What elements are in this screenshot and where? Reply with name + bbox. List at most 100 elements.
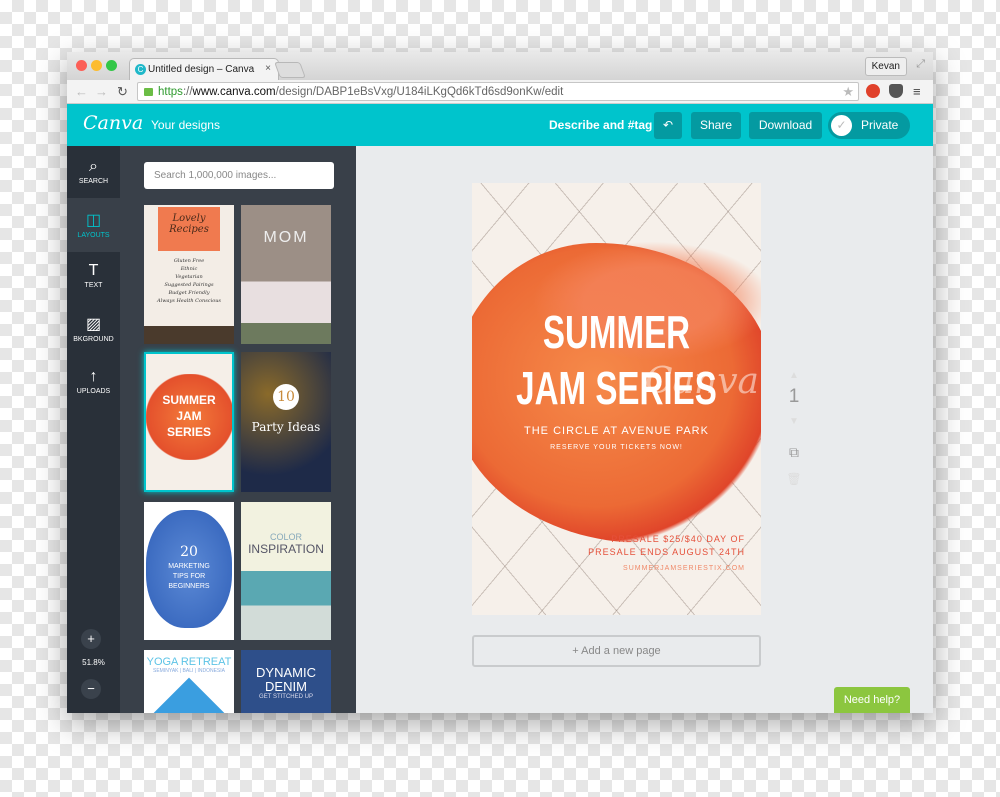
rail-label: SEARCH bbox=[78, 178, 109, 185]
design-site[interactable]: SUMMERJAMSERIESTIX.COM bbox=[623, 565, 745, 572]
lock-icon bbox=[144, 88, 153, 96]
thumb-line: Gluten Free bbox=[173, 258, 205, 264]
thumb-line: Always Health Conscious bbox=[157, 298, 221, 304]
url-input[interactable]: https://www.canva.com/design/DABP1eBsVxg… bbox=[137, 82, 859, 101]
private-toggle[interactable]: ✓ Private bbox=[828, 112, 910, 139]
your-designs-link[interactable]: Your designs bbox=[151, 118, 220, 132]
design-presale[interactable]: PRESALE $25/$40 DAY OF PRESALE ENDS AUGUS… bbox=[588, 533, 745, 559]
image-search-input[interactable]: Search 1,000,000 images... bbox=[144, 162, 334, 189]
thumb-title: INSPIRATION bbox=[248, 542, 324, 556]
search-icon: ⌕ bbox=[89, 158, 98, 175]
design-canvas-area: SUMMER JAM SERIES Canva THE CIRCLE AT AV… bbox=[356, 146, 933, 713]
layout-thumbnail[interactable]: COLOR INSPIRATION bbox=[241, 502, 331, 640]
check-icon: ✓ bbox=[831, 115, 852, 136]
fullscreen-icon[interactable]: ⤢ bbox=[916, 58, 925, 71]
thumb-title: Party Ideas bbox=[251, 420, 321, 434]
thumb-title: MOM bbox=[263, 229, 309, 246]
thumb-title: DYNAMIC DENIM bbox=[256, 665, 316, 694]
forward-icon[interactable]: → bbox=[95, 84, 108, 99]
share-button[interactable]: Share bbox=[691, 112, 741, 139]
undo-button[interactable]: ↶ bbox=[654, 112, 682, 139]
layout-thumbnail[interactable]: MOM bbox=[241, 205, 331, 344]
back-icon[interactable]: ← bbox=[75, 84, 88, 99]
canva-favicon-icon: C bbox=[135, 64, 146, 75]
url-path: /design/DABP1eBsVxg/U184iLKgQd6kTd6sd9on… bbox=[275, 86, 564, 98]
url-scheme: https bbox=[158, 86, 183, 98]
layouts-icon: ◫ bbox=[85, 212, 102, 229]
thumb-number: 20 bbox=[180, 544, 198, 560]
zoom-out-button[interactable]: − bbox=[81, 679, 101, 699]
maximize-window-button[interactable] bbox=[106, 60, 117, 71]
thumb-line: Vegetarian bbox=[175, 274, 203, 280]
canva-watermark: Canva bbox=[645, 361, 759, 402]
layout-thumbnail[interactable]: 10 Party Ideas bbox=[241, 352, 331, 492]
tab-bar: C Untitled design – Canva × Kevan ⤢ bbox=[67, 52, 933, 80]
rail-label: LAYOUTS bbox=[77, 232, 110, 239]
canva-logo[interactable]: Canva bbox=[83, 112, 143, 134]
pocket-icon[interactable] bbox=[889, 84, 903, 98]
layout-thumbnail-selected[interactable]: SUMMER JAM SERIES bbox=[144, 352, 234, 492]
reload-icon[interactable]: ↻ bbox=[117, 84, 128, 100]
layout-thumbnail[interactable]: DYNAMIC DENIM GET STITCHED UP bbox=[241, 650, 331, 713]
presale-line: PRESALE ENDS AUGUST 24TH bbox=[588, 547, 745, 557]
new-tab-button[interactable] bbox=[274, 62, 306, 78]
thumb-number: 10 bbox=[273, 384, 299, 410]
layout-thumbnail[interactable]: 20 MARKETING TIPS FOR BEGINNERS bbox=[144, 502, 234, 640]
layout-thumbnail[interactable]: YOGA RETREAT SEMINYAK | BALI | INDONESIA bbox=[144, 650, 234, 713]
url-separator: :// bbox=[182, 86, 193, 98]
browser-window: C Untitled design – Canva × Kevan ⤢ ← → … bbox=[67, 52, 933, 713]
thumb-line: Ethnic bbox=[180, 266, 198, 272]
rail-item-search[interactable]: ⌕ SEARCH bbox=[67, 146, 120, 198]
thumb-line: Suggested Pairings bbox=[164, 282, 214, 288]
presale-line: PRESALE $25/$40 DAY OF bbox=[611, 534, 745, 544]
menu-icon[interactable]: ≡ bbox=[913, 84, 921, 99]
copy-page-icon[interactable]: ⧉ bbox=[786, 444, 802, 461]
design-reserve[interactable]: RESERVE YOUR TICKETS NOW! bbox=[472, 444, 761, 451]
rail-item-layouts[interactable]: ◫ LAYOUTS bbox=[67, 198, 120, 252]
layouts-panel: Search 1,000,000 images... Lovely Recipe… bbox=[120, 146, 356, 713]
design-title-line1[interactable]: SUMMER bbox=[512, 307, 720, 357]
page-number: 1 bbox=[788, 386, 800, 407]
download-button[interactable]: Download bbox=[749, 112, 822, 139]
canva-header: Canva Your designs Describe and #tag ↶ S… bbox=[67, 104, 933, 146]
background-icon: ▨ bbox=[85, 316, 102, 333]
profile-button[interactable]: Kevan bbox=[864, 57, 907, 76]
describe-tag-link[interactable]: Describe and #tag bbox=[549, 118, 652, 132]
move-page-down-icon[interactable]: ▼ bbox=[786, 416, 802, 427]
thumb-subtitle: SEMINYAK | BALI | INDONESIA bbox=[153, 668, 225, 674]
rail-label: TEXT bbox=[84, 282, 103, 289]
undo-icon: ↶ bbox=[662, 118, 674, 132]
delete-page-icon[interactable]: 🗑 bbox=[786, 472, 802, 486]
left-rail: ⌕ SEARCH ◫ LAYOUTS T TEXT ▨ BKGROUND ↑ UPLOAD… bbox=[67, 146, 120, 713]
bookmark-star-icon[interactable]: ★ bbox=[842, 84, 854, 100]
minimize-window-button[interactable] bbox=[91, 60, 102, 71]
rail-label: UPLOADS bbox=[76, 388, 111, 395]
tab-title: Untitled design – Canva bbox=[148, 64, 255, 75]
close-tab-icon[interactable]: × bbox=[265, 63, 271, 74]
add-page-button[interactable]: + Add a new page bbox=[472, 635, 761, 667]
zoom-in-button[interactable]: + bbox=[81, 629, 101, 649]
thumb-title: YOGA RETREAT bbox=[146, 656, 232, 668]
move-page-up-icon[interactable]: ▲ bbox=[786, 370, 802, 381]
extension-icon[interactable] bbox=[866, 84, 880, 98]
thumb-subtitle: GET STITCHED UP bbox=[259, 694, 313, 700]
zoom-level: 51.8% bbox=[82, 658, 105, 667]
design-page[interactable]: SUMMER JAM SERIES Canva THE CIRCLE AT AV… bbox=[472, 183, 761, 615]
rail-item-text[interactable]: T TEXT bbox=[67, 262, 120, 289]
design-venue[interactable]: THE CIRCLE AT AVENUE PARK bbox=[472, 425, 761, 437]
private-label: Private bbox=[861, 118, 899, 132]
layout-thumbnail[interactable]: Lovely Recipes Gluten Free Ethnic Vegetari… bbox=[144, 205, 234, 344]
need-help-button[interactable]: Need help? bbox=[834, 687, 910, 713]
thumb-title: SUMMER JAM SERIES bbox=[162, 393, 216, 439]
browser-tab[interactable]: C Untitled design – Canva × bbox=[129, 58, 279, 80]
rail-item-uploads[interactable]: ↑ UPLOADS bbox=[67, 368, 120, 395]
close-window-button[interactable] bbox=[76, 60, 87, 71]
thumb-title: Lovely Recipes bbox=[158, 207, 220, 251]
rail-item-background[interactable]: ▨ BKGROUND bbox=[67, 316, 120, 343]
text-icon: T bbox=[88, 262, 99, 279]
thumb-title: MARKETING TIPS FOR BEGINNERS bbox=[168, 563, 210, 590]
url-host: www.canva.com bbox=[192, 86, 276, 98]
upload-icon: ↑ bbox=[89, 368, 98, 385]
thumb-subtitle: COLOR bbox=[269, 532, 302, 542]
rail-label: BKGROUND bbox=[73, 336, 114, 343]
